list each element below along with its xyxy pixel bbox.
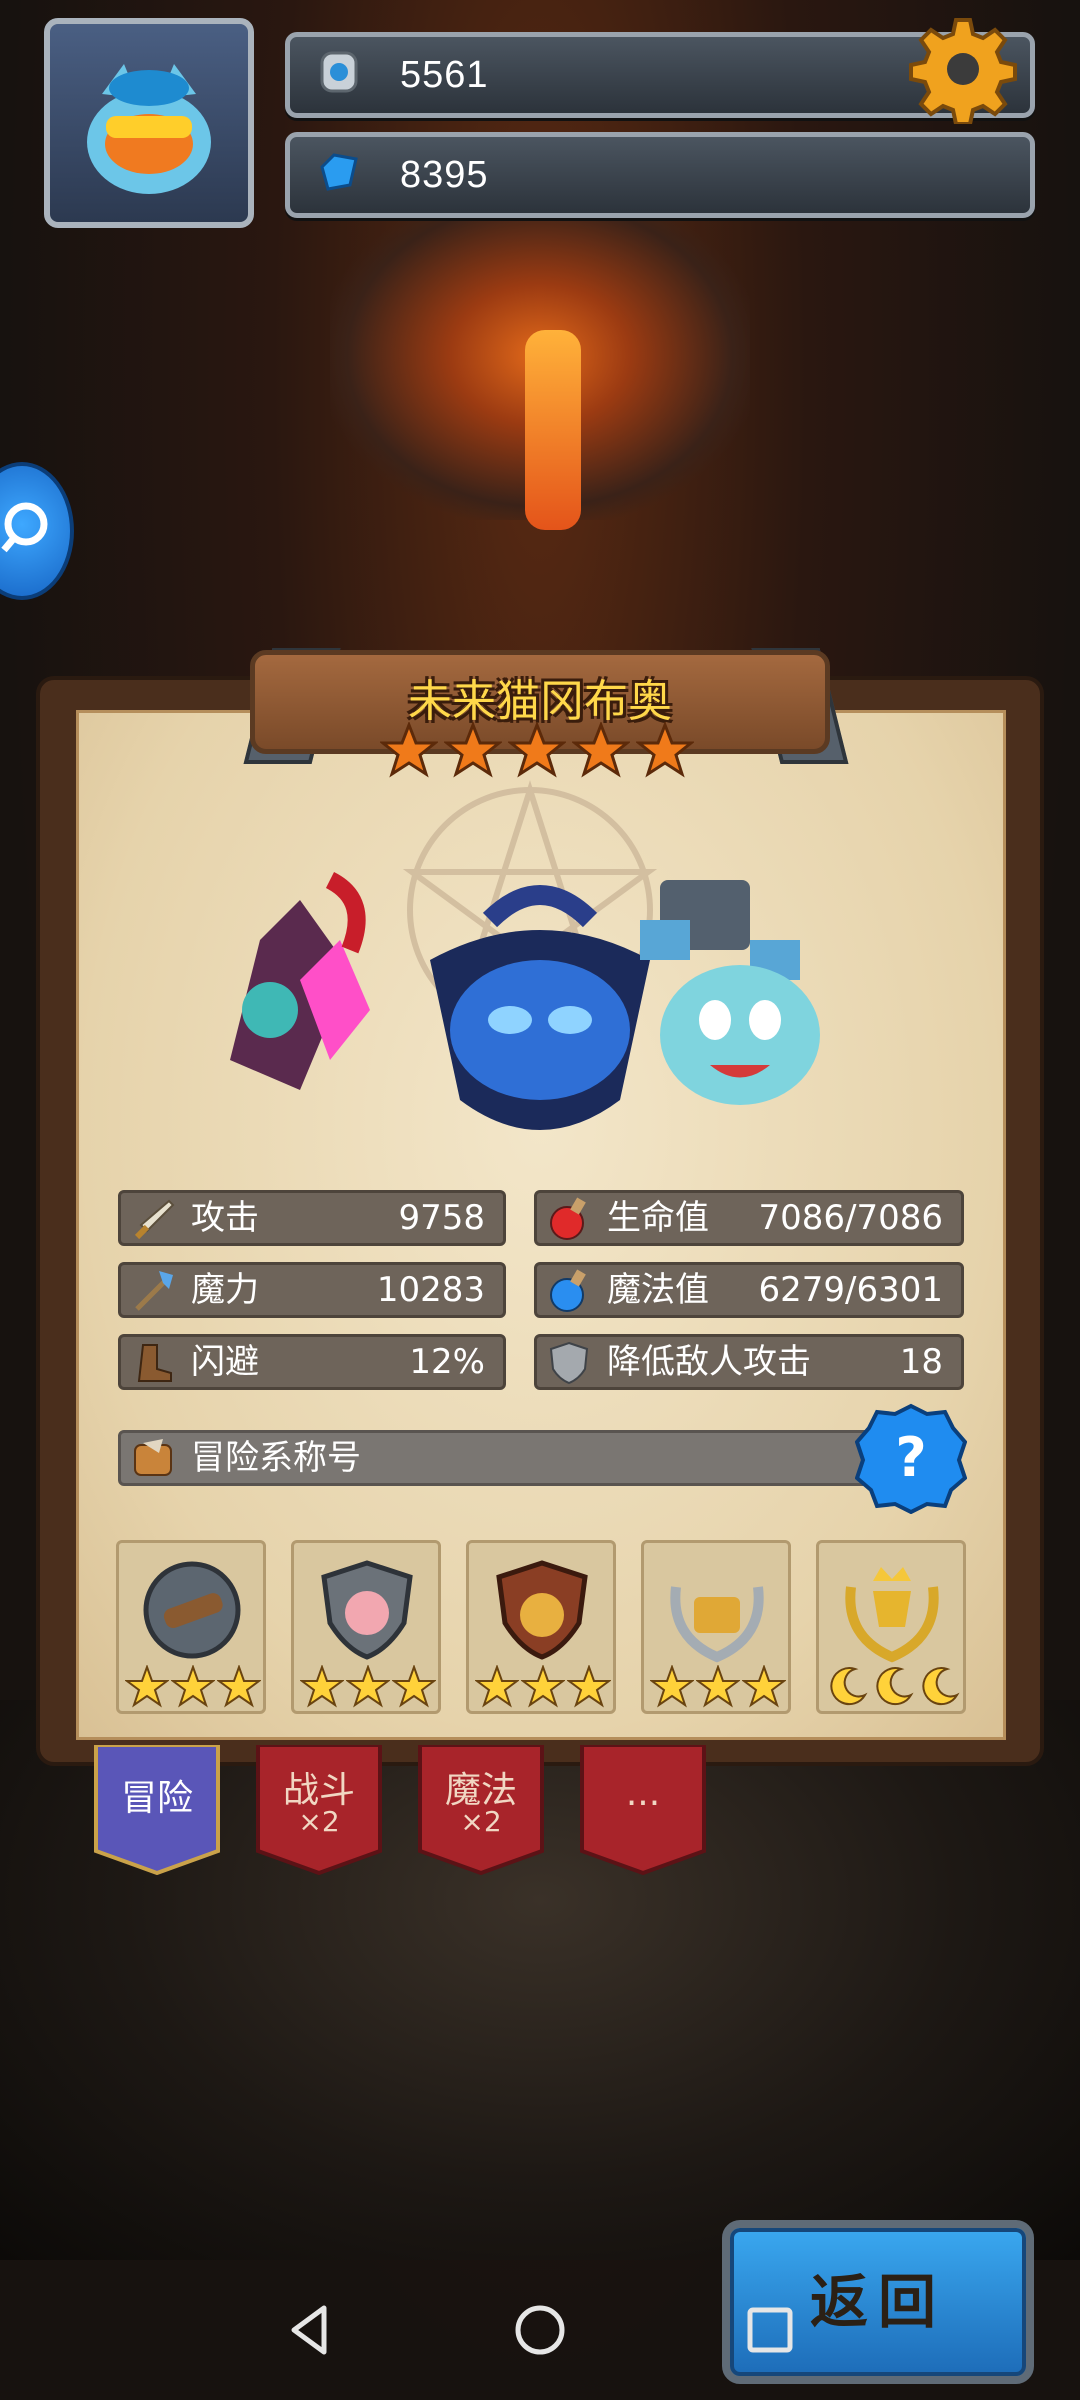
- medal-stars: [123, 1665, 263, 1709]
- star-icon: [572, 722, 630, 778]
- shadow-knight-hero: [430, 885, 650, 1130]
- blue-gem-icon: [320, 153, 358, 191]
- tab-battle[interactable]: 战斗 ×2: [254, 1745, 384, 1875]
- star-icon: [521, 1665, 565, 1708]
- stat-attack: 攻击 9758: [118, 1190, 506, 1246]
- help-button[interactable]: ?: [855, 1402, 967, 1514]
- magnifier-icon: [1, 502, 48, 553]
- robot-cat-hero: [640, 880, 820, 1105]
- pig-shield-medal-icon: [321, 1560, 413, 1660]
- star-icon: [475, 1665, 519, 1708]
- sword-icon: [134, 1199, 175, 1240]
- star-icon: [508, 722, 566, 778]
- player-avatar[interactable]: [44, 18, 254, 228]
- star-icon: [636, 722, 694, 778]
- star-icon: [125, 1665, 169, 1708]
- crown-trophy-medal-icon: [845, 1567, 939, 1663]
- lava-stream: [525, 330, 581, 530]
- stat-reduce-enemy-attack: 降低敌人攻击 18: [534, 1334, 964, 1390]
- stat-health: 生命值 7086/7086: [534, 1190, 964, 1246]
- hero-star-rating: [380, 722, 700, 782]
- medal-pig-shield[interactable]: [291, 1540, 441, 1714]
- hero-name: 未来猫冈布奥: [408, 676, 672, 727]
- tab-adventure[interactable]: 冒险: [92, 1745, 222, 1875]
- gem-value: 8395: [400, 154, 489, 196]
- star-icon: [567, 1665, 611, 1708]
- star-icon: [300, 1665, 344, 1708]
- stat-dodge: 闪避 12%: [118, 1334, 506, 1390]
- star-icon: [650, 1665, 694, 1708]
- medal-telescope[interactable]: [116, 1540, 266, 1714]
- medal-money-bag[interactable]: [466, 1540, 616, 1714]
- stat-mana: 魔法值 6279/6301: [534, 1262, 964, 1318]
- tab-more[interactable]: ...: [578, 1745, 708, 1875]
- search-button[interactable]: [0, 462, 74, 600]
- shield-icon: [549, 1341, 589, 1385]
- crystal-warrior-hero: [230, 871, 370, 1090]
- title-bar-label: 冒险系称号: [191, 1438, 361, 1478]
- boot-icon: [137, 1344, 172, 1382]
- star-icon: [444, 722, 502, 778]
- stat-magic-power: 魔力 10283: [118, 1262, 506, 1318]
- hero-group-art[interactable]: [150, 860, 930, 1180]
- medal-stars: [298, 1665, 438, 1709]
- moon-star-icon: [830, 1667, 868, 1706]
- star-icon: [392, 1665, 436, 1708]
- settings-gear-icon[interactable]: [908, 14, 1018, 124]
- question-mark-icon: ?: [895, 1426, 926, 1489]
- money-bag-medal-icon: [496, 1560, 588, 1660]
- star-icon: [742, 1665, 786, 1708]
- medal-golden-crown-trophy[interactable]: [816, 1540, 966, 1714]
- nav-back-icon[interactable]: [280, 2300, 340, 2360]
- treasure-laurel-medal-icon: [670, 1586, 764, 1663]
- silver-coin-icon: [320, 51, 358, 93]
- medal-stars: [823, 1665, 963, 1709]
- mana-potion-icon: [550, 1269, 586, 1312]
- medal-treasure-laurel[interactable]: [641, 1540, 791, 1714]
- moon-star-icon: [922, 1667, 960, 1706]
- star-icon: [696, 1665, 740, 1708]
- telescope-medal-icon: [143, 1561, 241, 1659]
- medal-stars: [648, 1665, 788, 1709]
- adventure-title-bar[interactable]: 冒险系称号: [118, 1430, 878, 1486]
- medal-stars: [473, 1665, 613, 1709]
- moon-star-icon: [876, 1667, 914, 1706]
- health-potion-icon: [550, 1197, 586, 1240]
- tab-magic[interactable]: 魔法 ×2: [416, 1745, 546, 1875]
- gem-counter: 8395: [285, 132, 1035, 218]
- nav-home-icon[interactable]: [510, 2300, 570, 2360]
- star-icon: [380, 722, 438, 778]
- magic-staff-icon: [135, 1271, 173, 1311]
- nav-recents-icon[interactable]: [740, 2300, 800, 2360]
- coin-value: 5561: [400, 54, 489, 96]
- star-icon: [346, 1665, 390, 1708]
- scroll-icon: [134, 1439, 172, 1476]
- star-icon: [217, 1665, 261, 1708]
- star-icon: [171, 1665, 215, 1708]
